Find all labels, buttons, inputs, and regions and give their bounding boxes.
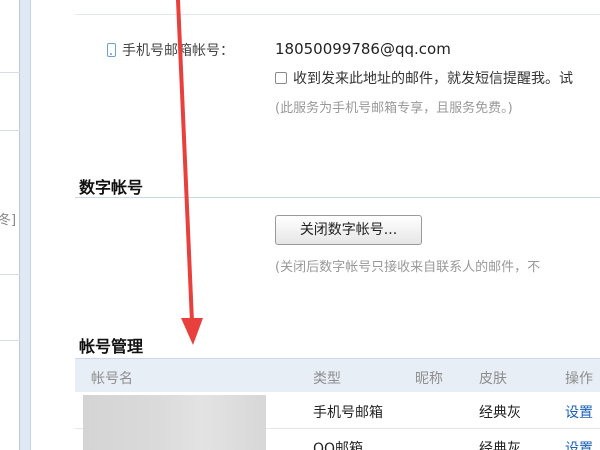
sidebar-divider xyxy=(0,340,20,341)
phone-mail-label-row: 手机号邮箱帐号： xyxy=(107,40,234,60)
account-skin: 经典灰 xyxy=(479,405,521,421)
mobile-phone-icon xyxy=(107,43,116,57)
column-header-skin: 皮肤 xyxy=(479,371,507,387)
sidebar-divider xyxy=(0,72,20,73)
sms-notify-label: 收到发来此地址的邮件，就发短信提醒我。试 xyxy=(293,71,573,87)
column-header-nickname: 昵称 xyxy=(415,371,443,387)
column-header-action: 操作 xyxy=(565,371,593,387)
sms-notify-checkbox[interactable] xyxy=(275,72,287,84)
column-header-type: 类型 xyxy=(313,371,341,387)
sidebar-text-fragment: 冬] xyxy=(0,213,17,228)
phone-mail-note: (此服务为手机号邮箱专享，且服务免费。) xyxy=(275,101,513,116)
redacted-account-name xyxy=(83,395,266,450)
sidebar-divider xyxy=(0,274,20,275)
account-table-header: 帐号名 类型 昵称 皮肤 操作 xyxy=(75,358,600,392)
account-settings-link[interactable]: 设置 xyxy=(565,438,593,450)
close-digital-account-button[interactable]: 关闭数字帐号... xyxy=(275,215,422,245)
account-settings-link[interactable]: 设置 xyxy=(565,402,593,422)
account-type: 手机号邮箱 xyxy=(313,405,383,421)
account-skin: 经典灰 xyxy=(479,441,521,450)
settings-panel: 手机号邮箱帐号： 18050099786@qq.com 收到发来此地址的邮件，就… xyxy=(30,0,600,450)
sms-notify-option[interactable]: 收到发来此地址的邮件，就发短信提醒我。试 xyxy=(275,68,573,88)
column-header-account: 帐号名 xyxy=(91,371,133,387)
left-sidebar: 冬] xyxy=(0,0,20,450)
top-divider xyxy=(75,14,600,15)
section-divider xyxy=(75,197,600,198)
digital-account-note: (关闭后数字帐号只接收来自联系人的邮件，不 xyxy=(275,260,541,275)
phone-mail-address: 18050099786@qq.com xyxy=(275,40,451,58)
account-type: QQ邮箱 xyxy=(313,441,364,450)
account-management-title: 帐号管理 xyxy=(79,337,144,356)
digital-account-title: 数字帐号 xyxy=(79,178,144,197)
phone-mail-label: 手机号邮箱帐号： xyxy=(122,43,234,59)
sidebar-divider xyxy=(0,130,20,131)
